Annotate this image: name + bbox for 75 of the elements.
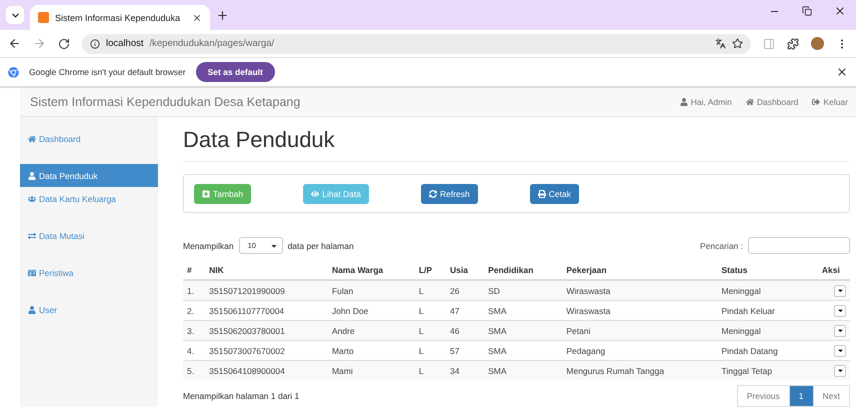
sidebar-item[interactable]: Peristiwa [20,261,158,284]
table-cell: Tinggal Tetap [717,360,812,380]
page-info: Menampilkan halaman 1 dari 1 [183,391,300,401]
infobar-message: Google Chrome isn't your default browser [29,67,186,77]
action-button[interactable]: Tambah [194,184,252,204]
extensions-icon[interactable] [787,38,799,50]
length-label: data per halaman [288,240,354,250]
eye-icon [311,190,320,198]
restore-icon[interactable] [802,5,812,17]
info-icon[interactable] [90,38,100,48]
close-icon[interactable] [834,5,846,17]
caret-icon [836,307,844,314]
sidebar-item[interactable]: Data Mutasi [20,224,158,247]
caret-icon [836,347,844,354]
sidebar-item[interactable]: Data Kartu Keluarga [20,187,158,210]
sign-out-icon [812,98,820,106]
refresh-icon [429,190,437,198]
user-icon [680,98,688,106]
pagination-link[interactable]: Previous [736,385,790,407]
site-title: Sistem Informasi Kependudukan Desa Ketapang [30,95,302,109]
bookmark-star-icon[interactable] [732,38,743,49]
close-tab-icon[interactable] [192,12,202,22]
user-icon [28,306,36,314]
nav-link[interactable]: Dashboard [746,97,798,107]
url-path: /kependudukan/pages/warga/ [150,38,276,49]
row-action-dropdown[interactable] [834,304,846,316]
users-icon [28,194,36,202]
sidebar-item[interactable]: Dashboard [20,127,158,150]
row-action-dropdown[interactable] [834,324,846,336]
reload-icon[interactable] [58,38,70,50]
length-label: Menampilkan [183,240,234,250]
row-action-dropdown[interactable] [834,364,846,376]
table-cell: L [414,360,446,380]
close-icon[interactable] [836,66,848,78]
search-label: Pencarian : [700,240,743,250]
browser-logo-icon [8,66,19,78]
caret-icon [836,367,844,374]
table-cell: Mengurus Rumah Tangga [562,360,718,380]
table-cell: 34 [446,360,484,380]
nav-link[interactable]: Keluar [812,97,848,107]
user-icon [28,172,36,180]
profile-avatar[interactable] [811,37,824,50]
tab-title: Sistem Informasi Kependuduka [55,12,182,22]
url-host: localhost [106,38,144,49]
printer-icon [538,190,546,198]
table-cell: Mami [328,360,415,380]
favicon-icon [38,12,49,23]
action-button[interactable]: Cetak [530,184,579,204]
pagination-link[interactable]: Next [812,385,850,407]
page-title: Data Penduduk [183,127,850,162]
row-action-dropdown[interactable] [834,344,846,356]
browser-tab[interactable]: Sistem Informasi Kependuduka [30,5,210,30]
row-action-dropdown[interactable] [834,284,846,296]
search-field[interactable] [748,237,850,254]
sidebar-item[interactable]: Data Penduduk [20,164,158,187]
arrows-icon [28,232,36,240]
translate-icon[interactable] [715,38,726,49]
home-icon [746,98,754,106]
plus-icon [202,190,210,198]
caret-icon [836,287,844,294]
sidebar-item[interactable]: User [20,298,158,321]
address-bar[interactable]: localhost /kependudukan/pages/warga/ [82,34,751,54]
new-tab-icon[interactable] [216,8,229,22]
table-cell: SMA [484,360,562,380]
back-icon[interactable] [8,37,21,50]
home-icon [28,134,36,142]
table-cell: 5. [183,360,206,380]
action-button[interactable]: Refresh [421,184,478,204]
nav-link[interactable]: Hai, Admin [680,97,732,107]
id-card-icon [28,268,36,276]
table-cell: 3515064108900004 [205,360,328,380]
caret-icon [836,327,844,334]
pagination-link[interactable]: 1 [788,385,814,407]
tab-search-button[interactable] [6,6,24,24]
set-default-button[interactable]: Set as default [196,62,275,82]
